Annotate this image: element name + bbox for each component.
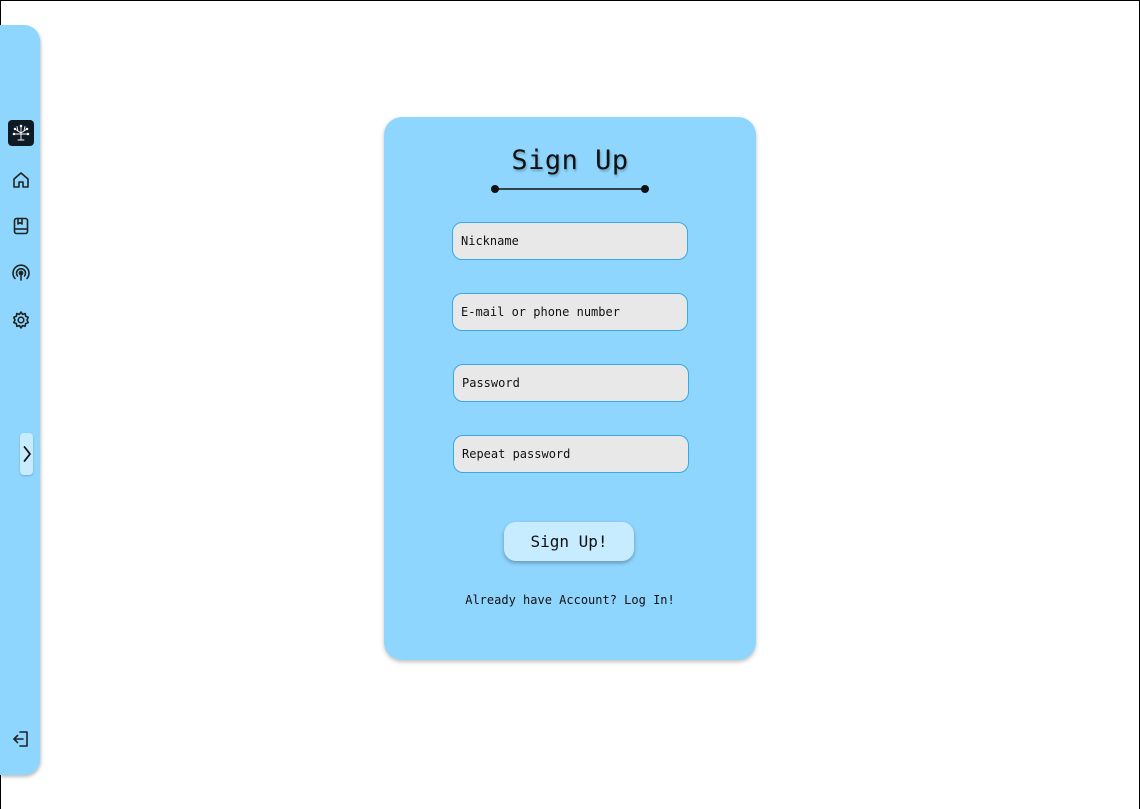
- gear-icon[interactable]: [8, 307, 34, 333]
- nickname-field[interactable]: [452, 222, 688, 260]
- signup-button[interactable]: Sign Up!: [504, 522, 634, 561]
- repeat-password-field[interactable]: [453, 435, 689, 473]
- email-or-phone-field[interactable]: [452, 293, 688, 331]
- login-link[interactable]: Already have Account? Log In!: [384, 593, 756, 607]
- sidebar: [0, 25, 40, 775]
- signup-card: Sign Up Sign Up! Already have Account? L…: [384, 117, 756, 660]
- password-field[interactable]: [453, 364, 689, 402]
- chevron-right-icon: [23, 446, 31, 462]
- page-title: Sign Up: [511, 145, 629, 176]
- home-icon[interactable]: [8, 167, 34, 193]
- logout-icon[interactable]: [8, 726, 34, 752]
- bookmark-book-icon[interactable]: [8, 213, 34, 239]
- broadcast-icon[interactable]: [8, 260, 34, 286]
- title-underline: [491, 185, 649, 193]
- sidebar-toggle[interactable]: [20, 433, 33, 475]
- tree-logo-icon[interactable]: [8, 120, 34, 146]
